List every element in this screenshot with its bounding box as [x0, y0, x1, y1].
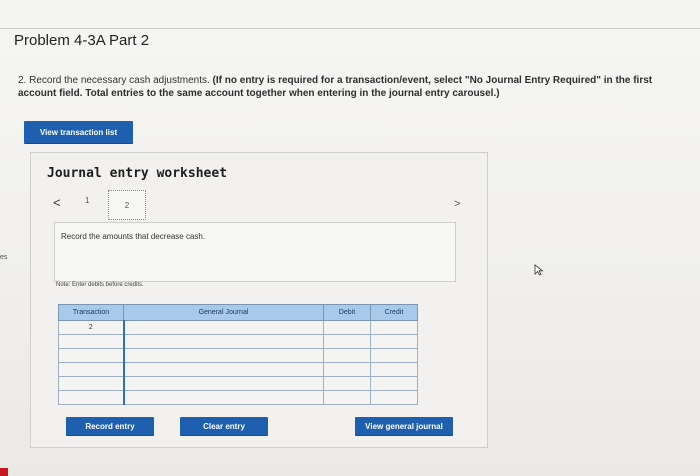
general-journal-header: General Journal [123, 304, 324, 321]
general-journal-input[interactable] [122, 334, 324, 349]
entry-tab-1[interactable]: 1 [85, 196, 89, 205]
problem-title: Problem 4-3A Part 2 [14, 32, 150, 49]
entry-tab-2-label: 2 [124, 200, 130, 210]
general-journal-input[interactable] [122, 376, 324, 391]
transaction-cell [58, 376, 124, 391]
debit-input[interactable] [323, 362, 371, 377]
debit-input[interactable] [323, 348, 371, 363]
transaction-cell [58, 362, 124, 377]
transaction-cell: 2 [58, 320, 124, 335]
entry-tab-2[interactable]: 2 [108, 190, 146, 220]
general-journal-input[interactable] [122, 320, 324, 335]
table-row [58, 362, 418, 377]
top-panel [0, 0, 700, 29]
debit-input[interactable] [323, 376, 371, 391]
transaction-cell [58, 390, 124, 405]
worksheet-heading: Journal entry worksheet [47, 166, 228, 181]
next-entry-icon[interactable]: > [454, 198, 460, 210]
journal-entry-table: Transaction General Journal Debit Credit… [58, 304, 418, 405]
debit-input[interactable] [323, 320, 371, 335]
credit-header: Credit [370, 304, 418, 321]
record-entry-button[interactable]: Record entry [66, 417, 154, 435]
credit-input[interactable] [370, 334, 418, 349]
table-row: 2 [58, 320, 418, 335]
debit-input[interactable] [323, 334, 371, 349]
credit-input[interactable] [370, 362, 418, 377]
prev-entry-icon[interactable]: < [53, 195, 61, 210]
clear-entry-button[interactable]: Clear entry [180, 417, 268, 435]
left-edge-text: es [0, 254, 8, 261]
general-journal-input[interactable] [122, 348, 324, 363]
instructions: 2. Record the necessary cash adjustments… [18, 74, 688, 100]
credit-input[interactable] [370, 348, 418, 363]
instruction-main: 2. Record the necessary cash adjustments… [18, 75, 210, 86]
transaction-cell [58, 334, 124, 349]
mouse-cursor-icon [534, 264, 544, 276]
general-journal-input[interactable] [122, 390, 324, 405]
entry-description-box [54, 222, 456, 282]
debit-header: Debit [323, 304, 371, 321]
bottom-edge-marker [0, 468, 8, 476]
view-general-journal-button[interactable]: View general journal [355, 417, 453, 435]
transaction-header: Transaction [58, 304, 124, 321]
credit-input[interactable] [370, 376, 418, 391]
transaction-cell [58, 348, 124, 363]
table-row [58, 334, 418, 349]
debit-credit-note: Note: Enter debits before credits. [56, 282, 144, 288]
entry-description: Record the amounts that decrease cash. [61, 232, 206, 241]
debit-input[interactable] [323, 390, 371, 405]
general-journal-input[interactable] [122, 362, 324, 377]
table-row [58, 390, 418, 405]
table-row [58, 348, 418, 363]
credit-input[interactable] [370, 320, 418, 335]
view-transaction-list-button[interactable]: View transaction list [24, 121, 133, 143]
table-row [58, 376, 418, 391]
credit-input[interactable] [370, 390, 418, 405]
